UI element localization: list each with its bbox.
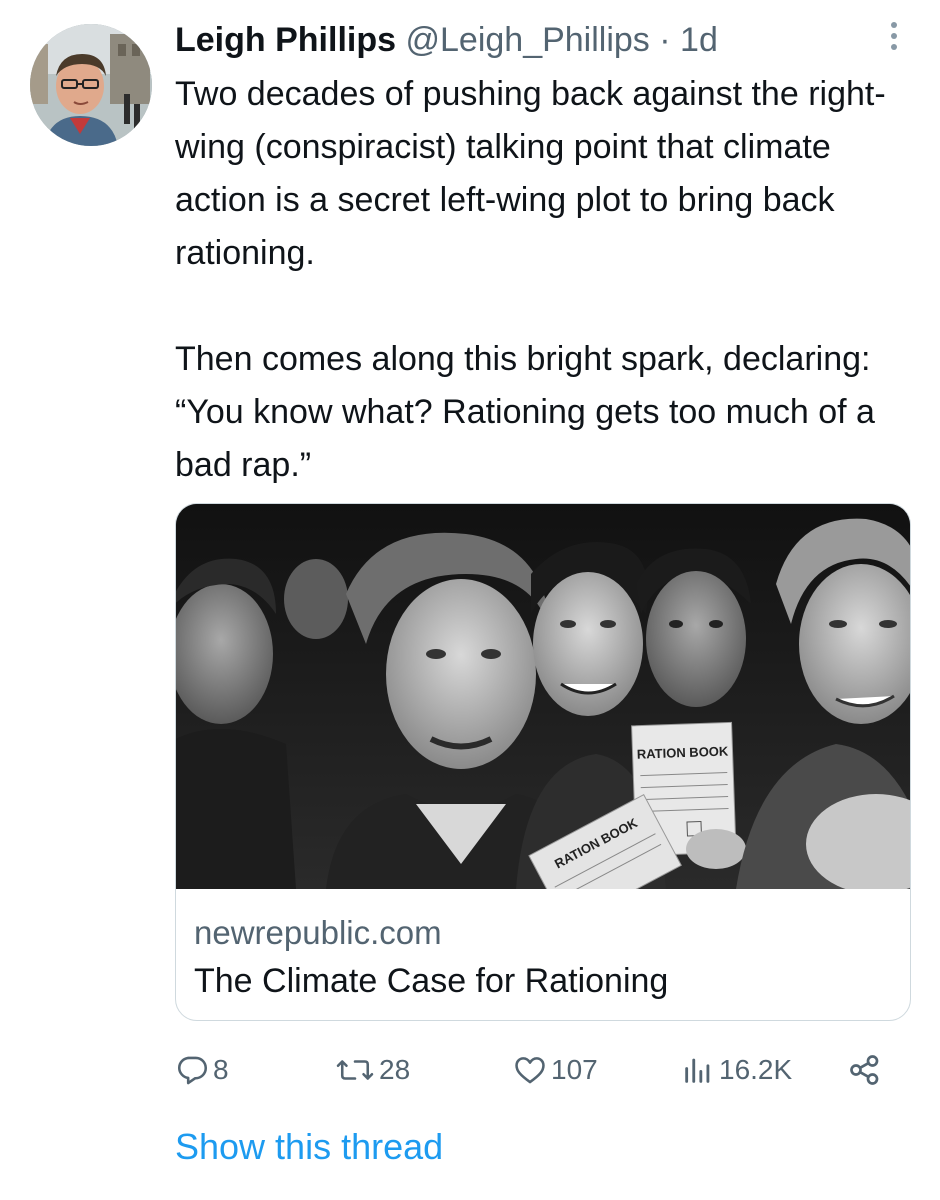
ration-book-label-1: RATION BOOK	[637, 743, 730, 761]
tweet[interactable]: Leigh Phillips @Leigh_Phillips · 1d Two …	[0, 0, 940, 1200]
tweet-paragraph: Then comes along this bright spark, decl…	[175, 340, 875, 484]
share-button[interactable]	[847, 1048, 887, 1092]
avatar[interactable]	[30, 24, 152, 146]
tweet-actions: 8 28 107 16.2K	[175, 1048, 905, 1092]
reply-count: 8	[213, 1054, 229, 1085]
tweet-paragraph: Two decades of pushing back against the …	[175, 75, 886, 272]
views-button[interactable]: 16.2K	[681, 1048, 792, 1092]
tweet-text: Two decades of pushing back against the …	[175, 68, 925, 492]
link-card-image[interactable]: RATION BOOK RATION BOOK	[176, 504, 910, 889]
analytics-icon	[685, 1058, 710, 1083]
avatar-image	[30, 24, 152, 146]
retweet-button[interactable]: 28	[335, 1048, 410, 1092]
link-card-title[interactable]: The Climate Case for Rationing	[194, 962, 668, 1001]
link-card[interactable]: RATION BOOK RATION BOOK newrepublic.com …	[175, 503, 911, 1021]
author-name[interactable]: Leigh Phillips	[175, 21, 396, 59]
tweet-header: Leigh Phillips @Leigh_Phillips · 1d	[175, 20, 718, 60]
more-options-icon[interactable]	[884, 22, 904, 58]
link-card-domain: newrepublic.com	[194, 914, 442, 951]
like-button[interactable]: 107	[513, 1048, 598, 1092]
retweet-icon	[336, 1060, 374, 1080]
views-count: 16.2K	[719, 1054, 793, 1085]
separator-dot: ·	[659, 21, 671, 59]
ration-book-photo: RATION BOOK RATION BOOK	[176, 504, 910, 889]
reply-icon	[177, 1056, 208, 1085]
share-icon	[850, 1055, 879, 1085]
retweet-count: 28	[379, 1054, 411, 1085]
show-thread-link[interactable]: Show this thread	[175, 1126, 443, 1168]
heart-icon	[515, 1057, 545, 1084]
reply-button[interactable]: 8	[175, 1048, 229, 1092]
like-count: 107	[551, 1054, 598, 1085]
author-handle[interactable]: @Leigh_Phillips	[405, 21, 649, 59]
timestamp[interactable]: 1d	[680, 21, 718, 59]
